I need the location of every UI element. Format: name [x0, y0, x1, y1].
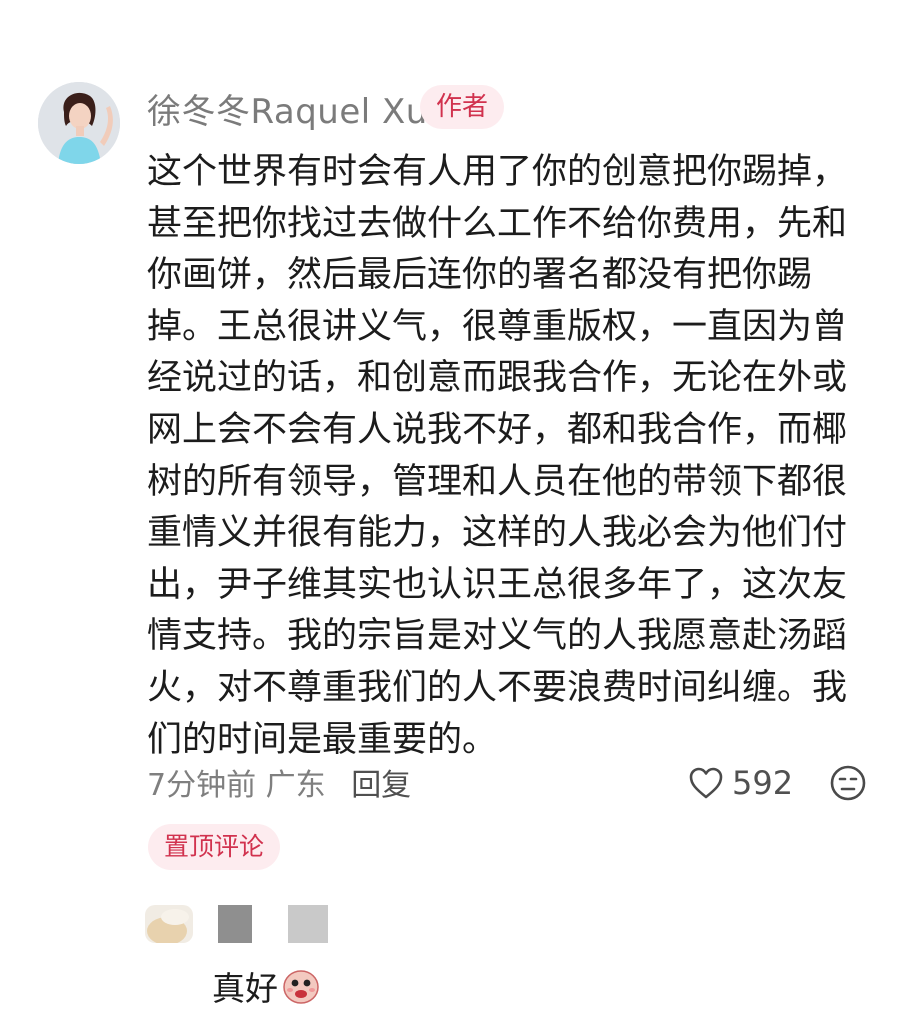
reply-text-line: 真好 [212, 962, 320, 1010]
user-avatar[interactable] [38, 82, 120, 164]
comment-meta: 7分钟前 广东 回复 [147, 760, 411, 804]
emoji-react-button[interactable] [829, 764, 867, 802]
like-button[interactable]: 592 [688, 760, 793, 806]
username[interactable]: 徐冬冬Raquel Xu [147, 84, 428, 133]
emoji-face-icon [830, 765, 866, 801]
like-count: 592 [732, 764, 794, 802]
heart-outline-icon [689, 767, 723, 799]
comment-time: 7分钟前 [147, 768, 257, 803]
author-badge: 作者 [420, 85, 505, 129]
pinned-comment-badge: 置顶评论 [148, 824, 281, 870]
reply-button[interactable]: 回复 [351, 768, 411, 803]
comment-text: 这个世界有时会有人用了你的创意把你踢掉，甚至把你找过去做什么工作不给你费用，先和… [147, 152, 848, 760]
reply-text: 真好 [212, 969, 278, 1008]
redacted-username-2 [288, 905, 328, 943]
comment-location: 广东 [265, 768, 326, 803]
reply-avatar[interactable] [145, 905, 193, 943]
sticker-face-icon [283, 970, 319, 1004]
redacted-username [218, 905, 252, 943]
